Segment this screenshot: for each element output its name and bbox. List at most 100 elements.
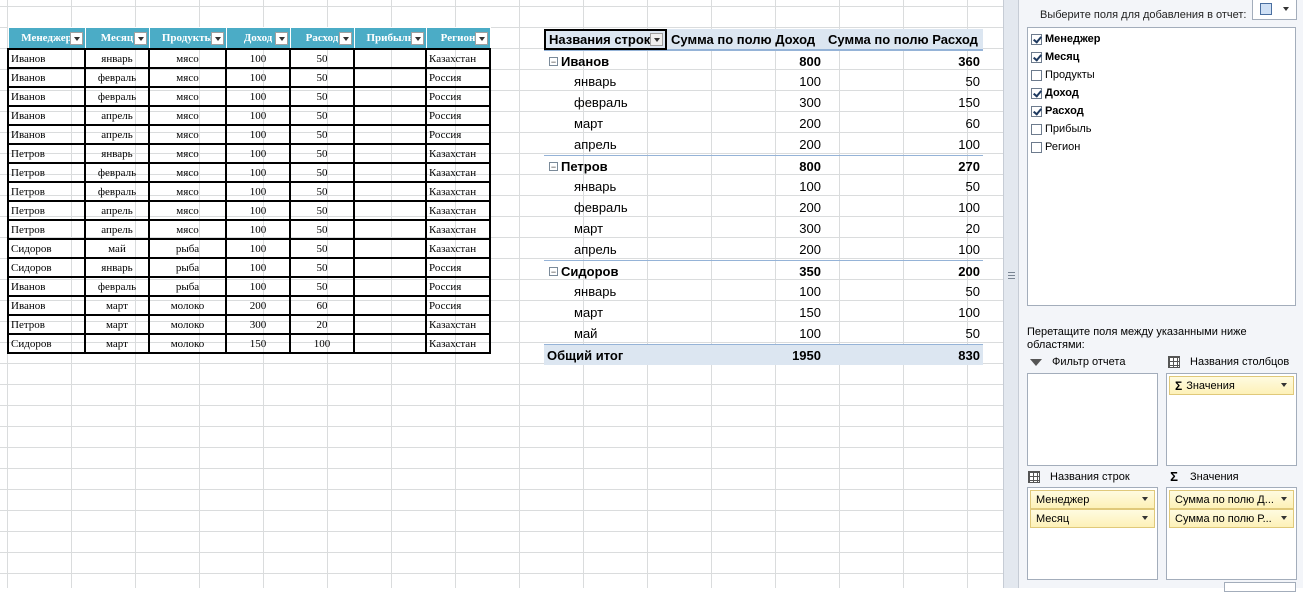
table-cell[interactable]: апрель [84,105,150,126]
table-cell[interactable]: 50 [289,143,355,164]
table-cell[interactable]: 60 [289,295,355,316]
column-labels-drop-area[interactable]: Σ Значения [1166,373,1297,466]
table-cell[interactable]: Петров [7,200,86,221]
table-cell[interactable]: февраль [84,181,150,202]
table-cell[interactable]: Иванов [7,124,86,145]
table-cell[interactable] [353,295,427,316]
update-button[interactable] [1224,582,1296,592]
table-cell[interactable]: 50 [289,181,355,202]
table-cell[interactable]: 100 [225,276,291,297]
pivot-item-label[interactable]: апрель [544,137,667,152]
table-cell[interactable]: 20 [289,314,355,335]
pivot-item-label[interactable]: январь [544,74,667,89]
table-cell[interactable]: 100 [225,86,291,107]
column-header-3[interactable]: Доход [225,27,291,50]
table-cell[interactable]: Петров [7,162,86,183]
table-cell[interactable] [353,105,427,126]
table-cell[interactable]: Сидоров [7,238,86,259]
field-item[interactable]: Менеджер [1031,31,1101,47]
column-field-chip-values[interactable]: Σ Значения [1169,376,1294,395]
table-cell[interactable]: Казахстан [425,162,491,183]
table-cell[interactable] [353,67,427,88]
table-cell[interactable] [353,333,427,354]
table-cell[interactable]: Россия [425,276,491,297]
table-cell[interactable]: май [84,238,150,259]
field-checkbox[interactable] [1031,123,1042,135]
table-cell[interactable]: 50 [289,48,355,69]
pivot-item-label[interactable]: январь [544,284,667,299]
table-cell[interactable]: Иванов [7,105,86,126]
table-cell[interactable]: 100 [289,333,355,354]
column-header-5[interactable]: Прибыль [353,27,427,50]
table-cell[interactable]: Казахстан [425,238,491,259]
table-cell[interactable]: Сидоров [7,333,86,354]
table-cell[interactable]: 50 [289,124,355,145]
table-cell[interactable]: 100 [225,181,291,202]
table-cell[interactable] [353,238,427,259]
table-cell[interactable]: март [84,295,150,316]
table-cell[interactable]: 100 [225,67,291,88]
table-cell[interactable] [353,48,427,69]
table-cell[interactable]: Петров [7,143,86,164]
table-cell[interactable] [353,219,427,240]
row-labels-drop-area[interactable]: Менеджер Месяц [1027,487,1158,580]
values-drop-area[interactable]: Сумма по полю Д... Сумма по полю Р... [1166,487,1297,580]
row-field-chip-month[interactable]: Месяц [1030,509,1155,528]
column-header-2[interactable]: Продукты [148,27,227,50]
table-cell[interactable] [353,276,427,297]
table-cell[interactable]: 100 [225,48,291,69]
collapse-icon[interactable]: − [549,161,558,171]
table-cell[interactable]: Петров [7,219,86,240]
table-cell[interactable]: 50 [289,238,355,259]
field-item[interactable]: Прибыль [1031,121,1092,137]
table-cell[interactable]: 300 [225,314,291,335]
table-cell[interactable]: Петров [7,181,86,202]
table-cell[interactable]: Иванов [7,295,86,316]
table-cell[interactable]: январь [84,48,150,69]
field-item[interactable]: Месяц [1031,49,1079,65]
table-cell[interactable]: март [84,314,150,335]
table-cell[interactable]: рыба [148,238,227,259]
table-cell[interactable]: Россия [425,124,491,145]
field-checkbox[interactable] [1031,33,1042,45]
table-cell[interactable]: Иванов [7,67,86,88]
table-cell[interactable]: мясо [148,86,227,107]
table-cell[interactable]: 50 [289,86,355,107]
table-cell[interactable]: Казахстан [425,219,491,240]
table-cell[interactable]: апрель [84,200,150,221]
column-header-1[interactable]: Месяц [84,27,150,50]
table-cell[interactable]: Казахстан [425,314,491,335]
table-cell[interactable]: Россия [425,86,491,107]
table-cell[interactable]: мясо [148,143,227,164]
table-cell[interactable]: рыба [148,276,227,297]
field-checkbox[interactable] [1031,87,1042,99]
field-item[interactable]: Продукты [1031,67,1095,83]
expense-sum-header[interactable]: Сумма по полю Расход [824,32,983,47]
table-cell[interactable]: 100 [225,200,291,221]
value-field-chip-expense[interactable]: Сумма по полю Р... [1169,509,1294,528]
table-cell[interactable]: 100 [225,257,291,278]
table-cell[interactable]: мясо [148,67,227,88]
table-cell[interactable]: Россия [425,105,491,126]
field-checkbox[interactable] [1031,105,1042,117]
worksheet-grid[interactable]: Менеджер Месяц Продукты Доход Расход Прибыль Р… [0,0,1003,588]
table-cell[interactable]: мясо [148,48,227,69]
collapse-icon[interactable]: − [549,56,558,66]
pivot-item-label[interactable]: январь [544,179,667,194]
filter-dropdown-icon[interactable] [410,32,424,45]
table-cell[interactable]: 100 [225,219,291,240]
table-cell[interactable]: 50 [289,276,355,297]
table-cell[interactable]: апрель [84,219,150,240]
table-cell[interactable]: февраль [84,86,150,107]
filter-dropdown-icon[interactable] [274,32,288,45]
table-cell[interactable]: Иванов [7,86,86,107]
filter-dropdown-icon[interactable] [210,32,224,45]
table-cell[interactable]: Казахстан [425,333,491,354]
table-cell[interactable]: февраль [84,67,150,88]
table-cell[interactable]: 50 [289,105,355,126]
field-list-layout-button[interactable] [1252,0,1297,20]
table-cell[interactable]: мясо [148,181,227,202]
table-cell[interactable]: февраль [84,162,150,183]
table-cell[interactable]: 100 [225,143,291,164]
row-labels-filter-dropdown-icon[interactable] [650,32,663,46]
